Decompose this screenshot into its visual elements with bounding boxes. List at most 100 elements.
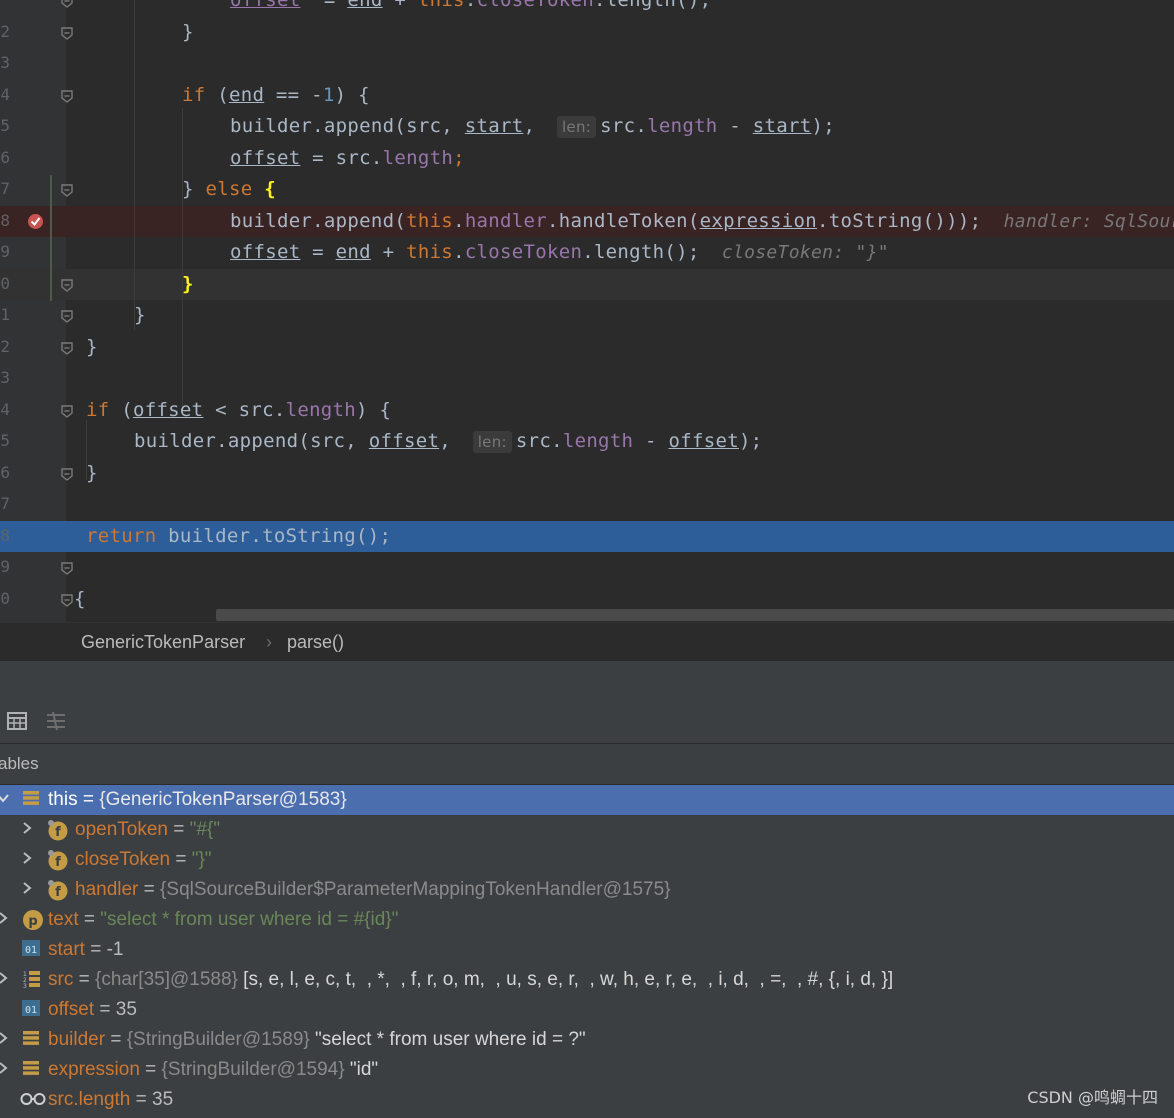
code-text[interactable]: offset = src.length; xyxy=(230,147,465,169)
line-number[interactable]: 7 xyxy=(0,494,10,513)
code-line[interactable]: 4 if (offset < src.length) { xyxy=(0,395,1174,426)
code-line[interactable]: offset = end + this.closeToken.length(); xyxy=(0,0,1174,16)
code-text[interactable]: } xyxy=(182,273,194,295)
line-number[interactable]: 1 xyxy=(0,305,10,324)
code-text[interactable]: offset = end + this.closeToken.length(); xyxy=(230,0,711,11)
variable-row[interactable]: 01 start = -1 xyxy=(0,935,1174,965)
line-number[interactable]: 9 xyxy=(0,557,10,576)
code-line[interactable]: 7 } else { xyxy=(0,174,1174,205)
code-text[interactable]: } xyxy=(134,304,146,326)
chevron-right-icon[interactable] xyxy=(0,1031,10,1047)
line-number[interactable]: 7 xyxy=(0,179,10,198)
code-line[interactable]: 9 offset = end + this.closeToken.length()… xyxy=(0,237,1174,268)
fold-marker-icon[interactable] xyxy=(60,0,74,8)
fold-marker-icon[interactable] xyxy=(60,26,74,40)
code-text[interactable]: return builder.toString(); xyxy=(86,525,391,547)
code-line[interactable]: 1} xyxy=(0,300,1174,331)
code-line[interactable]: 2} xyxy=(0,332,1174,363)
table-view-icon[interactable] xyxy=(7,711,29,733)
chevron-right-icon[interactable] xyxy=(20,851,34,867)
chevron-down-icon[interactable] xyxy=(0,791,10,807)
code-text[interactable]: builder.append(src, offset, len: src.leng… xyxy=(134,430,762,453)
code-line[interactable]: 2} xyxy=(0,17,1174,48)
variable-row[interactable]: f closeToken = "}" xyxy=(0,845,1174,875)
code-line[interactable]: 3 xyxy=(0,363,1174,394)
code-line[interactable]: 0} xyxy=(0,268,1174,300)
code-line[interactable]: 7 xyxy=(0,489,1174,520)
fold-marker-icon[interactable] xyxy=(60,404,74,418)
code-line[interactable]: 4 if (end == -1) { xyxy=(0,80,1174,111)
variable-row[interactable]: expression = {StringBuilder@1594} "id" xyxy=(0,1055,1174,1085)
fold-marker-icon[interactable] xyxy=(60,593,74,607)
code-text[interactable]: } xyxy=(86,336,98,358)
code-line[interactable]: 6} xyxy=(0,458,1174,489)
code-text[interactable]: } else { xyxy=(182,178,276,200)
code-text[interactable]: builder.append(src, start, len: src.lengt… xyxy=(230,115,835,138)
variable-row[interactable]: p text = "select * from user where id = #… xyxy=(0,905,1174,935)
code-text[interactable]: } xyxy=(182,21,194,43)
line-number[interactable]: 2 xyxy=(0,22,10,41)
chevron-right-icon[interactable] xyxy=(0,971,10,987)
variable-row[interactable]: f handler = {SqlSourceBuilder$ParameterMa… xyxy=(0,875,1174,905)
breadcrumb-class[interactable]: GenericTokenParser xyxy=(81,632,245,653)
code-line[interactable]: 9 xyxy=(0,552,1174,583)
variable-row[interactable]: 1 2 3 src = {char[35]@1588} [s, e, l, e, c,… xyxy=(0,965,1174,995)
fold-marker-icon[interactable] xyxy=(60,561,74,575)
code-line[interactable]: 8 return builder.toString(); xyxy=(0,520,1174,552)
line-number[interactable]: 6 xyxy=(0,148,10,167)
code-text[interactable]: if (end == -1) { xyxy=(182,84,370,106)
line-number[interactable]: 6 xyxy=(0,463,10,482)
chevron-right-icon[interactable] xyxy=(20,881,34,897)
fold-marker-icon[interactable] xyxy=(60,467,74,481)
line-number[interactable]: 8 xyxy=(0,526,10,545)
breadcrumb-method[interactable]: parse() xyxy=(287,632,344,653)
code-text[interactable]: offset = end + this.closeToken.length();… xyxy=(230,241,889,263)
code-token: length xyxy=(285,398,357,421)
code-text[interactable]: } xyxy=(86,462,98,484)
variable-row[interactable]: f openToken = "#{" xyxy=(0,815,1174,845)
fold-marker-icon[interactable] xyxy=(60,183,74,197)
variables-tab[interactable]: ables xyxy=(0,744,1174,785)
chevron-right-icon[interactable] xyxy=(20,821,34,837)
horizontal-scrollbar[interactable] xyxy=(216,609,1174,621)
line-number[interactable]: 2 xyxy=(0,337,10,356)
layout-settings-icon[interactable] xyxy=(45,711,67,733)
code-token: builder.toString(); xyxy=(156,524,392,547)
indent-guide xyxy=(182,108,183,406)
code-token: this xyxy=(406,241,454,263)
line-number[interactable]: 0 xyxy=(0,589,10,608)
line-number[interactable]: 9 xyxy=(0,242,10,261)
code-line[interactable]: 3 xyxy=(0,48,1174,79)
fold-marker-icon[interactable] xyxy=(60,309,74,323)
fold-marker-icon[interactable] xyxy=(60,341,74,355)
code-text[interactable]: { xyxy=(74,588,86,610)
variable-row[interactable]: 01 offset = 35 xyxy=(0,995,1174,1025)
line-number[interactable]: 4 xyxy=(0,400,10,419)
code-line[interactable]: 8 builder.append(this.handler.handleToken… xyxy=(0,205,1174,237)
variables-tree[interactable]: this = {GenericTokenParser@1583} f openTok… xyxy=(0,785,1174,1118)
chevron-right-icon[interactable] xyxy=(0,1061,10,1077)
breakpoint-icon[interactable] xyxy=(27,213,44,230)
variable-row[interactable]: this = {GenericTokenParser@1583} xyxy=(0,785,1174,815)
code-editor[interactable]: offset = end + this.closeToken.length();… xyxy=(0,0,1174,622)
variable-row[interactable]: builder = {StringBuilder@1589} "select *… xyxy=(0,1025,1174,1055)
fold-marker-icon[interactable] xyxy=(60,278,74,292)
code-text[interactable]: if (offset < src.length) { xyxy=(86,399,391,421)
code-token: + xyxy=(370,241,407,263)
line-number[interactable]: 5 xyxy=(0,431,10,450)
variable-equals: = xyxy=(78,909,101,930)
variable-row[interactable]: src.length = 35 xyxy=(0,1085,1174,1115)
line-number[interactable]: 4 xyxy=(0,85,10,104)
chevron-right-icon[interactable] xyxy=(0,911,10,927)
fold-marker-icon[interactable] xyxy=(60,89,74,103)
code-line[interactable]: 6 offset = src.length; xyxy=(0,143,1174,174)
line-number[interactable]: 8 xyxy=(0,211,10,230)
code-text[interactable]: builder.append(this.handler.handleToken(… xyxy=(230,210,1174,232)
line-number[interactable]: 3 xyxy=(0,368,10,387)
line-number[interactable]: 0 xyxy=(0,274,10,293)
line-number[interactable]: 5 xyxy=(0,116,10,135)
code-token: src. xyxy=(515,430,563,452)
line-number[interactable]: 3 xyxy=(0,53,10,72)
code-line[interactable]: 5 builder.append(src, start, len: src.leng… xyxy=(0,111,1174,142)
code-line[interactable]: 5 builder.append(src, offset, len: src.len… xyxy=(0,426,1174,457)
